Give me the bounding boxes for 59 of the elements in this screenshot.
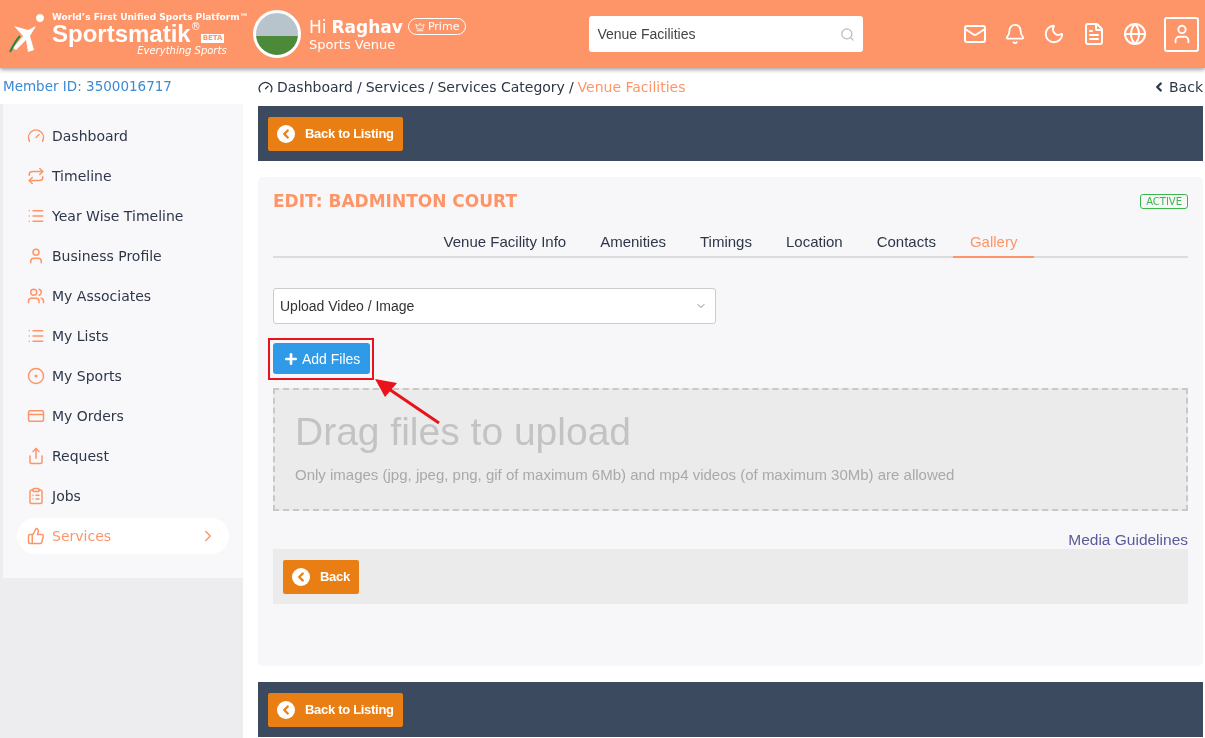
clipboard-icon (27, 487, 45, 505)
sidebar-item[interactable]: Year Wise Timeline (17, 198, 229, 234)
dashboard-icon (258, 79, 273, 95)
list-icon (27, 327, 45, 345)
logo-tagline: World’s First Unified Sports Platform™ (52, 12, 249, 22)
tab[interactable]: Contacts (859, 233, 953, 258)
plus-icon (283, 350, 299, 367)
gauge-icon (27, 127, 45, 145)
registered-mark: ® (190, 21, 201, 32)
dropzone-hint: Only images (jpg, jpeg, png, gif of maximum 6Mb) and mp4 videos (of maximum 30Mb) are allowed (295, 466, 956, 483)
breadcrumb-separator: / (428, 79, 434, 95)
sidebar-item[interactable]: My Associates (17, 278, 229, 314)
user-name: Raghav (331, 16, 403, 37)
sidebar-item[interactable]: Dashboard (17, 118, 229, 154)
profile-button[interactable] (1164, 16, 1199, 52)
route-icon (27, 167, 45, 185)
sidebar-item[interactable]: My Lists (17, 318, 229, 354)
tab[interactable]: Timings (683, 233, 769, 258)
tab[interactable]: Location (768, 233, 860, 258)
globe-icon[interactable] (1123, 22, 1147, 46)
share-icon (27, 447, 45, 465)
tab[interactable]: Venue Facility Info (426, 233, 584, 258)
person-icon (27, 247, 45, 265)
card-title: EDIT: BADMINTON COURT (273, 191, 517, 211)
breadcrumb-link[interactable]: Dashboard (277, 79, 353, 95)
mail-icon[interactable] (963, 22, 987, 46)
chevron-left-icon (277, 700, 295, 719)
chevron-left-icon (277, 124, 295, 143)
bell-icon[interactable] (1004, 23, 1026, 45)
sidebar-item[interactable]: Timeline (17, 158, 229, 194)
user-role: Sports Venue (309, 36, 396, 52)
thumbs-up-icon (27, 527, 45, 545)
greeting: Hi (309, 16, 327, 37)
breadcrumb-link[interactable]: Services (365, 79, 425, 95)
card-icon (27, 407, 45, 425)
list-icon (27, 207, 45, 225)
ball-icon (27, 367, 45, 385)
breadcrumb-separator: / (568, 79, 574, 95)
venue-avatar[interactable] (253, 10, 301, 58)
tab[interactable]: Amenities (583, 233, 683, 258)
search-field[interactable]: Venue Facilities (589, 16, 864, 52)
logo-slogan: Everything Sports (137, 45, 227, 56)
status-badge: ACTIVE (1140, 193, 1188, 209)
breadcrumb-link[interactable]: Services Category (437, 79, 565, 95)
upload-type-select[interactable]: Upload Video / Image (273, 288, 716, 324)
people-icon (27, 287, 45, 305)
moon-icon[interactable] (1043, 23, 1065, 45)
sidebar-item[interactable]: Business Profile (17, 238, 229, 274)
sidebar-item[interactable]: Request (17, 438, 229, 474)
media-guidelines-link[interactable]: Media Guidelines (1068, 531, 1188, 549)
chevron-left-icon (292, 567, 310, 586)
sidebar-item[interactable]: My Sports (17, 358, 229, 394)
search-icon (840, 26, 856, 42)
back-link[interactable]: Back (1152, 79, 1203, 95)
sidebar-item[interactable]: My Orders (17, 398, 229, 434)
logo-wordmark: Sportsmatik (52, 21, 191, 46)
breadcrumb-separator: / (356, 79, 362, 95)
sidebar-item[interactable]: Jobs (17, 478, 229, 514)
member-id: Member ID: 3500016717 (0, 68, 243, 104)
